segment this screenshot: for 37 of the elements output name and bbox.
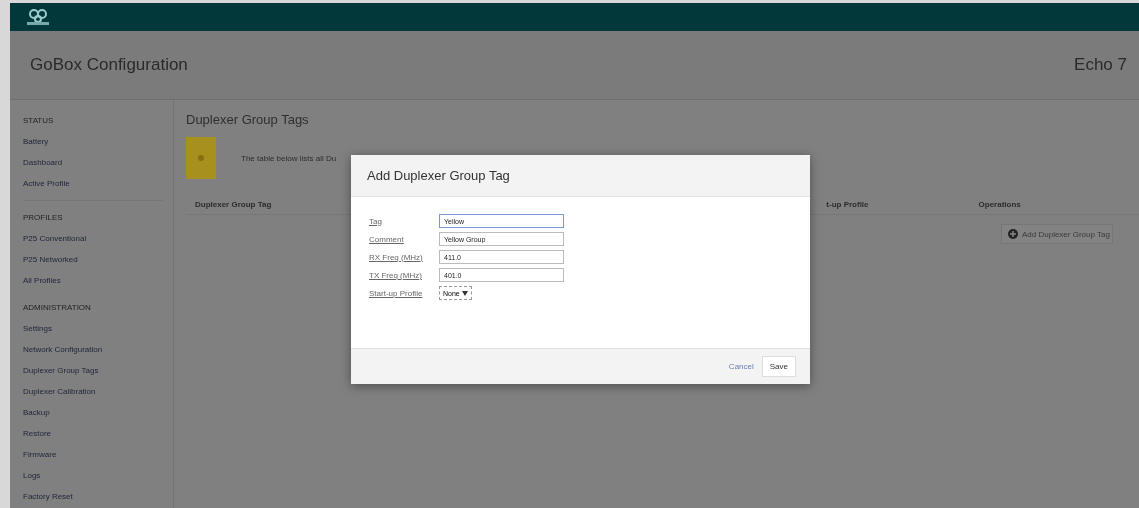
sidebar-link[interactable]: Dashboard xyxy=(23,152,173,173)
sidebar-link[interactable]: Network Configuration xyxy=(23,339,173,360)
sidebar-link[interactable]: Duplexer Group Tags xyxy=(23,360,173,381)
sidebar-link[interactable]: Backup xyxy=(23,402,173,423)
page-title: Duplexer Group Tags xyxy=(186,112,310,127)
sidebar-link[interactable]: Active Profile xyxy=(23,173,173,194)
sidebar-link[interactable]: Restore xyxy=(23,423,173,444)
add-button[interactable]: Add Duplexer Group Tag xyxy=(1001,224,1113,244)
sidebar-link[interactable]: P25 Networked xyxy=(23,249,163,270)
info-text: The table below lists all Du xyxy=(241,153,337,163)
caret-icon xyxy=(461,290,468,296)
sidebar-link[interactable]: All Profiles xyxy=(23,270,163,291)
device-name: Echo 7 xyxy=(1074,55,1127,75)
save-button[interactable]: Save xyxy=(761,356,796,377)
field-label[interactable]: RX Freq (MHz) xyxy=(369,252,439,262)
sidebar-link[interactable]: Duplexer Calibration xyxy=(23,381,173,402)
sidebar-heading: STATUS xyxy=(23,115,55,127)
field-label[interactable]: Comment xyxy=(369,234,439,244)
sidebar-link[interactable]: Factory Reset xyxy=(23,486,173,507)
sidebar-link[interactable]: Firmware xyxy=(23,444,173,465)
field-label[interactable]: Tag xyxy=(369,216,439,226)
sidebar-link[interactable]: P25 Conventional xyxy=(23,228,163,249)
cancel-link[interactable]: Cancel xyxy=(728,362,754,371)
sidebar-heading: PROFILES xyxy=(23,212,64,224)
column-header: Operations xyxy=(978,199,1021,209)
sidebar-link[interactable]: Battery xyxy=(23,131,173,152)
field-label[interactable]: Start-up Profile xyxy=(369,288,439,298)
column-header: Duplexer Group Tag xyxy=(195,199,272,209)
column-header: t-up Profile xyxy=(826,199,869,209)
dialog-title: Add Duplexer Group Tag xyxy=(367,168,510,183)
sidebar-link[interactable]: Logs xyxy=(23,465,173,486)
sidebar-heading: ADMINISTRATION xyxy=(23,302,92,314)
logo-icon xyxy=(25,8,51,26)
sidebar-link[interactable]: Settings xyxy=(23,318,173,339)
plus-icon xyxy=(1008,229,1018,239)
field-label[interactable]: TX Freq (MHz) xyxy=(369,270,439,280)
app-title: GoBox Configuration xyxy=(30,55,188,75)
